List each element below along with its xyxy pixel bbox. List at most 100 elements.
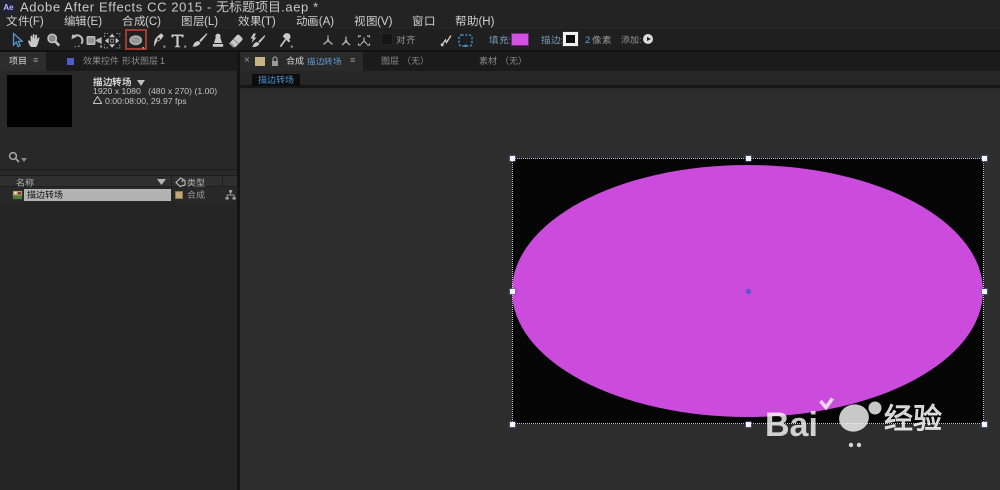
composition-panel-tabs: × ≡ (240, 52, 1000, 71)
column-divider-2[interactable] (222, 176, 223, 186)
menu-effect[interactable]: (T) (238, 15, 276, 28)
close-panel-icon[interactable]: × (244, 56, 250, 66)
handle-bottom-center[interactable] (745, 421, 751, 427)
menu-layer[interactable]: (L) (181, 15, 218, 28)
stroke-width-unit (592, 35, 611, 46)
menu-animation[interactable]: (A) (296, 15, 334, 28)
comp-viewer-icon (255, 57, 265, 66)
puppet-pin-tool-icon[interactable] (277, 32, 295, 49)
selected-item-name-cell[interactable] (24, 189, 171, 201)
tab-layer-label[interactable] (381, 56, 429, 66)
fill-label[interactable]: : (489, 35, 511, 46)
handle-top-left[interactable] (509, 155, 515, 161)
pen-tool-icon[interactable] (150, 32, 168, 49)
project-search-row[interactable] (0, 145, 237, 170)
ae-app-icon: Ae (2, 1, 15, 14)
snap-checkbox[interactable] (381, 33, 393, 45)
composition-item-icon (12, 190, 23, 200)
search-options-icon[interactable] (21, 158, 27, 162)
item-label-color-chip[interactable] (175, 191, 183, 199)
stroke-color-swatch[interactable] (563, 32, 578, 46)
pan-behind-tool-icon[interactable] (103, 32, 121, 49)
selection-tool-icon[interactable] (8, 32, 26, 49)
effect-controls-panel-icon (67, 58, 74, 65)
tab-footage-label[interactable] (479, 56, 527, 66)
tab-composition-label[interactable] (286, 56, 304, 66)
project-preview-thumbnail (7, 75, 72, 127)
stroke-width-value[interactable]: 2 (585, 35, 590, 46)
handle-top-right[interactable] (981, 155, 987, 161)
local-axis-mode-icon[interactable] (322, 32, 334, 49)
menu-file[interactable]: (F) (6, 15, 44, 28)
window-title: Adobe After Effects CC 2015 - .aep * (20, 0, 319, 15)
composition-viewer[interactable]: Bai (240, 91, 1000, 490)
handle-top-center[interactable] (745, 155, 751, 161)
project-comp-dimensions: 1920 x 1080 (480 x 270) (1.00) (93, 86, 218, 96)
composition-navigator-bar (240, 71, 1000, 88)
tab-effect-controls-label[interactable]: 1 (83, 56, 165, 66)
menu-help[interactable]: (H) (455, 15, 494, 28)
anchor-point[interactable] (746, 289, 751, 294)
menu-view[interactable]: (V) (354, 15, 392, 28)
rotate-tool-icon[interactable] (68, 32, 86, 49)
column-divider[interactable] (171, 176, 172, 186)
clone-stamp-tool-icon[interactable] (209, 32, 227, 49)
project-comp-duration: 0:00:08:00, 29.97 fps (92, 95, 187, 106)
baidu-paw-icon (819, 397, 882, 432)
item-name[interactable] (27, 190, 63, 200)
stroke-label[interactable]: : (541, 35, 563, 46)
project-panel-menu-icon[interactable]: ≡ (33, 55, 38, 65)
duration-icon (92, 95, 103, 104)
tool-creates-mask-icon[interactable] (458, 32, 473, 49)
baidu-watermark: Bai (765, 396, 1000, 444)
handle-mid-left[interactable] (509, 288, 515, 294)
after-effects-window: Ae Adobe After Effects CC 2015 - .aep * … (0, 0, 1000, 490)
handle-mid-right[interactable] (981, 288, 987, 294)
workspace: ≡ 1 1920 x 1080 (480 x 270) (1.00) 0:00:… (0, 52, 1000, 490)
column-type-header[interactable] (187, 178, 205, 188)
type-tool-icon[interactable] (169, 32, 187, 49)
handle-bottom-left[interactable] (509, 421, 515, 427)
zoom-tool-icon[interactable] (45, 32, 63, 49)
tab-composition-name[interactable] (307, 56, 341, 66)
watermark-bai-text: Bai (765, 406, 818, 444)
watermark-jingyan-text (884, 403, 942, 435)
column-name-header[interactable] (16, 177, 34, 188)
fill-color-swatch[interactable] (511, 33, 529, 46)
lock-icon[interactable] (271, 56, 279, 67)
snap-label[interactable] (396, 35, 415, 46)
title-bar: Ae Adobe After Effects CC 2015 - .aep * (0, 0, 1000, 14)
tab-project-label[interactable] (9, 56, 27, 66)
tool-creates-shape-icon[interactable] (440, 32, 452, 49)
view-axis-mode-icon[interactable] (357, 32, 371, 49)
ellipse-tool-icon[interactable] (127, 32, 145, 49)
project-panel-tabs: ≡ 1 (0, 52, 237, 71)
comp-panel-menu-icon[interactable]: ≡ (350, 55, 355, 65)
menu-window[interactable] (412, 15, 435, 28)
item-type (187, 190, 205, 200)
eraser-tool-icon[interactable] (227, 32, 245, 49)
tool-bar: : : 2 : (0, 29, 1000, 52)
sort-direction-icon[interactable] (157, 179, 166, 185)
project-list-empty-area (0, 202, 237, 490)
menu-edit[interactable]: (E) (64, 15, 102, 28)
menu-composition[interactable]: (C) (122, 15, 161, 28)
brush-tool-icon[interactable] (190, 32, 208, 49)
camera-tool-icon[interactable] (85, 32, 103, 49)
project-item-row[interactable] (0, 189, 237, 201)
world-axis-mode-icon[interactable] (340, 32, 352, 49)
search-icon (8, 151, 20, 163)
comp-duration-text: 0:00:08:00, 29.97 fps (105, 95, 187, 106)
composition-panel: × ≡ Bai (240, 52, 1000, 490)
add-shape-operation-button[interactable] (643, 34, 653, 44)
watermark-dots (848, 435, 864, 448)
hand-tool-icon[interactable] (26, 32, 44, 49)
roto-brush-tool-icon[interactable] (248, 32, 266, 49)
project-table-header (0, 175, 237, 187)
breadcrumb-comp-chip[interactable] (252, 74, 300, 86)
add-label: : (621, 35, 642, 45)
item-flowchart-icon (225, 190, 236, 200)
menu-bar: (F) (E) (C) (L) (T) (A) (V) (H) (0, 14, 1000, 29)
label-column-icon[interactable] (175, 177, 186, 187)
project-panel: ≡ 1 1920 x 1080 (480 x 270) (1.00) 0:00:… (0, 52, 237, 490)
